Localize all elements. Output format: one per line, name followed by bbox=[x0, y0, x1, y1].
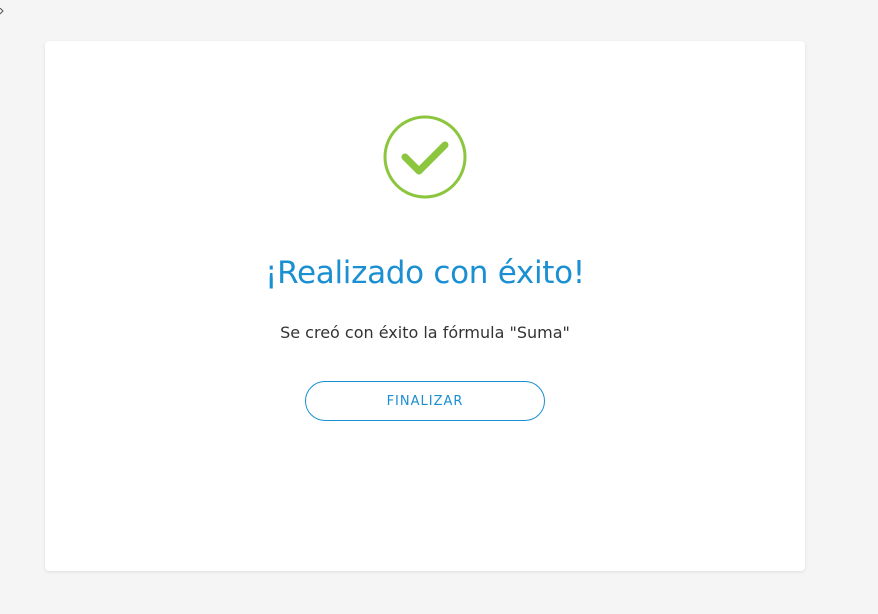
corner-mark-icon bbox=[0, 8, 4, 15]
success-message: Se creó con éxito la fórmula "Suma" bbox=[280, 323, 570, 342]
success-title: ¡Realizado con éxito! bbox=[265, 255, 585, 291]
page: ¡Realizado con éxito! Se creó con éxito … bbox=[0, 0, 878, 614]
success-card: ¡Realizado con éxito! Se creó con éxito … bbox=[45, 41, 805, 571]
finish-button[interactable]: FINALIZAR bbox=[305, 381, 545, 421]
check-circle-icon bbox=[383, 115, 467, 199]
